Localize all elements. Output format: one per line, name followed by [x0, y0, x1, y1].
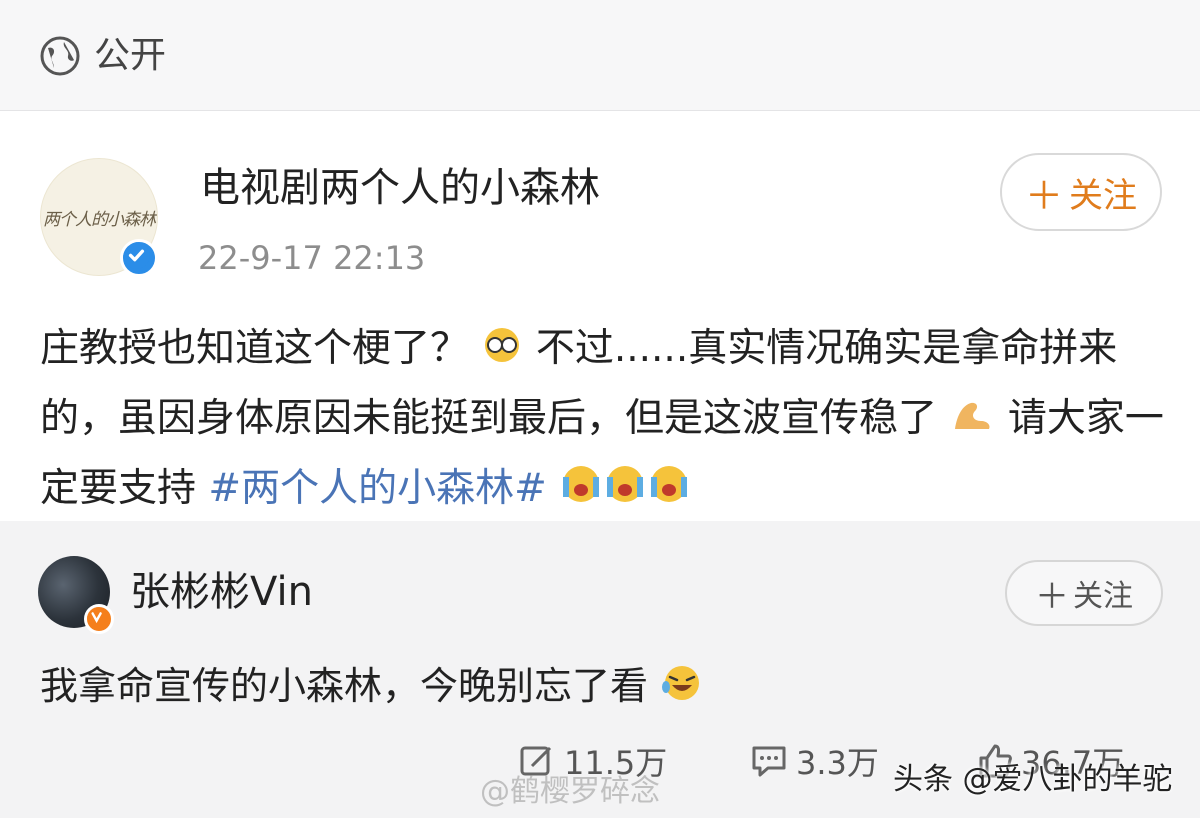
crying-face-emoji-icons	[563, 466, 688, 502]
weibo-watermark: @鹤樱罗碎念	[480, 774, 660, 809]
visibility-bar: 公开	[0, 0, 1200, 111]
repost-text: 我拿命宣传的小森林，今晚别忘了看	[40, 658, 704, 714]
post-timestamp: 22-9-17 22:13	[198, 239, 426, 277]
comment-count: 3.3万	[796, 744, 879, 782]
verified-orange-badge-icon	[84, 604, 114, 634]
reposter-name[interactable]: 张彬彬Vin	[130, 566, 313, 618]
avatar-logo-text: 两个人的小森林	[43, 209, 156, 230]
repost-text-content: 我拿命宣传的小森林，今晚别忘了看	[40, 664, 649, 708]
post-text-part-1: 庄教授也知道这个梗了？	[40, 326, 470, 371]
visibility-label: 公开	[94, 35, 167, 76]
comment-action[interactable]: 3.3万	[750, 738, 879, 784]
comment-icon	[752, 746, 786, 777]
globe-icon	[40, 36, 80, 76]
flexed-biceps-emoji-icon	[955, 402, 990, 429]
follow-button-label: 关注	[1073, 579, 1133, 614]
laughing-crying-emoji-icon	[662, 666, 700, 700]
follow-button-label: 关注	[1069, 175, 1137, 216]
follow-button-reposter[interactable]: ＋ 关注	[1005, 560, 1163, 626]
post-author-name[interactable]: 电视剧两个人的小森林	[200, 162, 600, 214]
plus-icon: ＋	[1035, 576, 1069, 617]
glasses-face-emoji-icon	[485, 328, 520, 362]
plus-icon: ＋	[1024, 173, 1063, 218]
verified-badge-icon	[120, 239, 158, 277]
follow-button[interactable]: ＋ 关注	[1000, 153, 1162, 231]
post-text: 庄教授也知道这个梗了？ 不过......真实情况确实是拿命拼来的，虽因身体原因未…	[40, 314, 1165, 524]
source-watermark: 头条 @爱八卦的羊驼	[893, 762, 1173, 797]
hashtag-link[interactable]: #两个人的小森林#	[208, 466, 546, 511]
